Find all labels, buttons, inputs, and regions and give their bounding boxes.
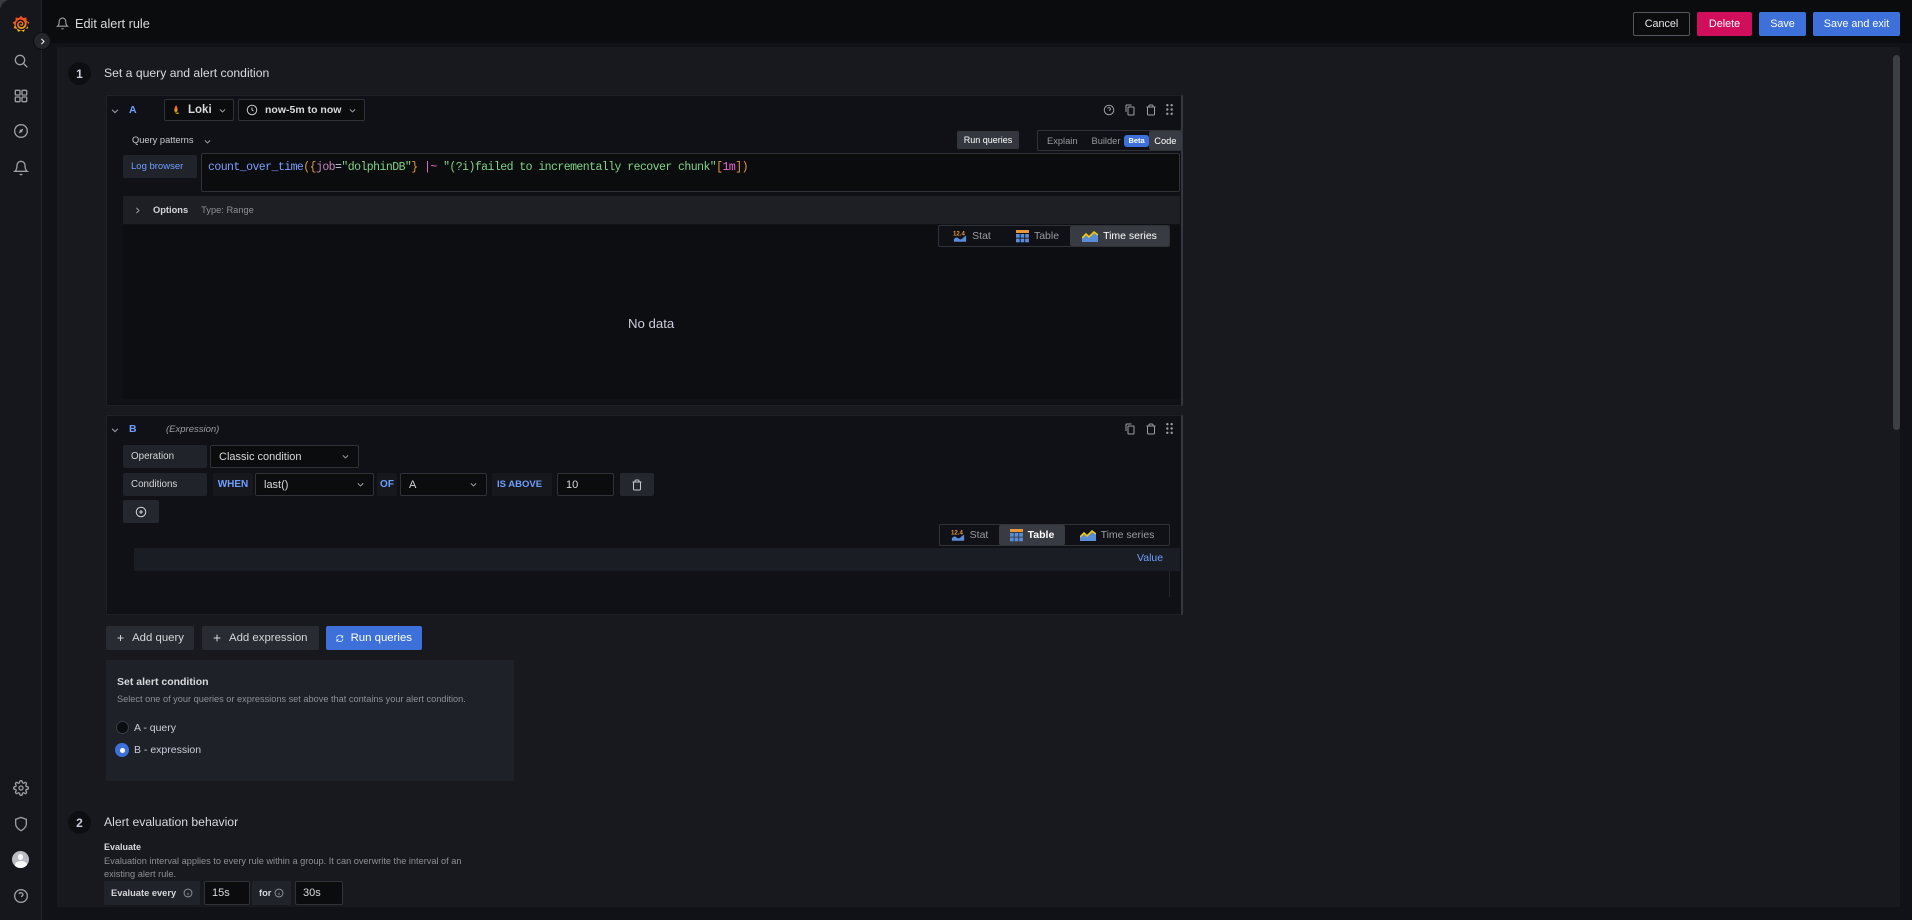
svg-text:12.4: 12.4 bbox=[953, 230, 965, 237]
svg-text:12.4: 12.4 bbox=[951, 529, 963, 536]
